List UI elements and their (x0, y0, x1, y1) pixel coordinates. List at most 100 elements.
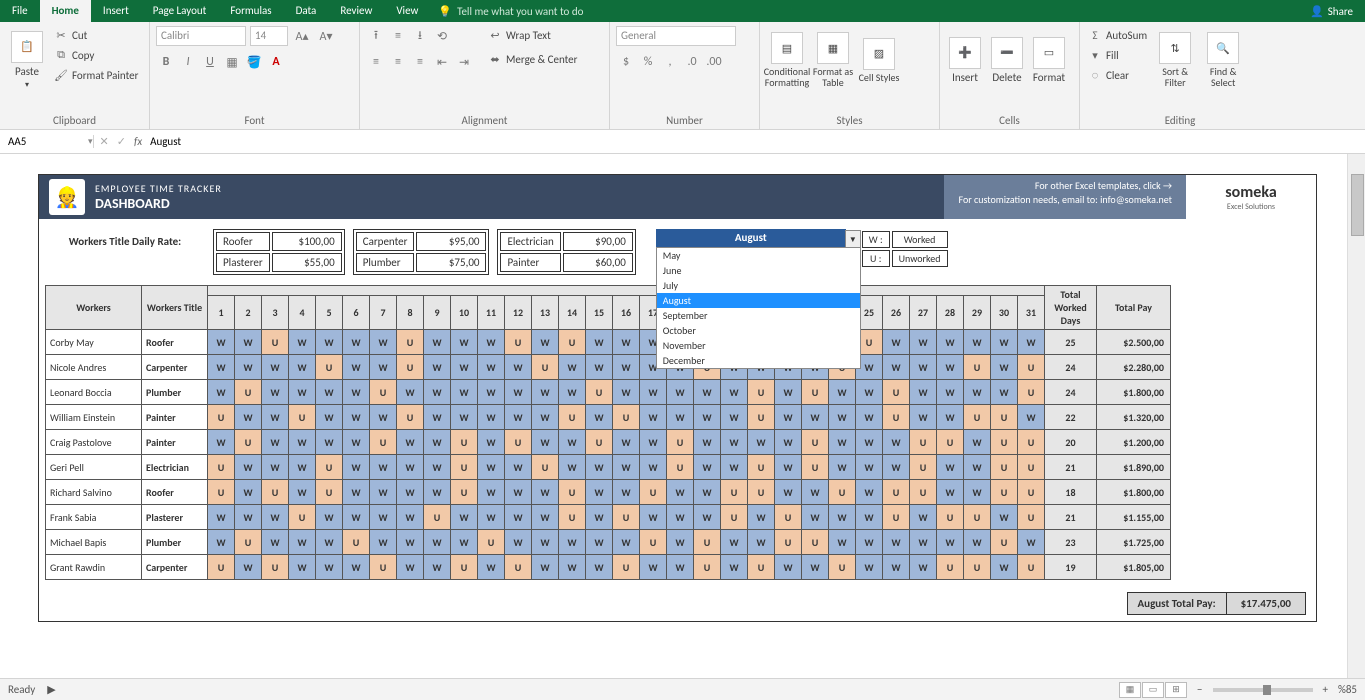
day-cell[interactable]: U (559, 330, 586, 355)
align-left-button[interactable]: ≡ (366, 52, 386, 72)
day-cell[interactable]: W (613, 330, 640, 355)
percent-button[interactable]: % (638, 52, 658, 72)
day-cell[interactable]: U (262, 480, 289, 505)
day-cell[interactable]: W (505, 530, 532, 555)
day-cell[interactable]: U (208, 405, 235, 430)
day-cell[interactable]: U (1018, 480, 1045, 505)
zoom-out-button[interactable]: − (1197, 683, 1202, 696)
day-cell[interactable]: W (505, 380, 532, 405)
merge-center-button[interactable]: ⬌Merge & Center (486, 50, 580, 68)
day-cell[interactable]: W (775, 480, 802, 505)
align-bottom-button[interactable]: ⭳ (410, 26, 430, 46)
day-cell[interactable]: U (397, 355, 424, 380)
day-cell[interactable]: W (424, 330, 451, 355)
day-cell[interactable]: W (262, 405, 289, 430)
day-cell[interactable]: W (856, 505, 883, 530)
share-button[interactable]: 👤Share (1298, 5, 1365, 18)
day-cell[interactable]: W (397, 455, 424, 480)
day-cell[interactable]: W (856, 455, 883, 480)
day-cell[interactable]: U (316, 355, 343, 380)
day-cell[interactable]: W (586, 330, 613, 355)
day-cell[interactable]: U (667, 455, 694, 480)
day-cell[interactable]: W (532, 480, 559, 505)
day-cell[interactable]: W (802, 555, 829, 580)
day-cell[interactable]: U (208, 555, 235, 580)
month-option[interactable]: May (657, 248, 860, 263)
day-cell[interactable]: W (964, 480, 991, 505)
day-cell[interactable]: W (721, 530, 748, 555)
day-cell[interactable]: W (262, 530, 289, 555)
day-cell[interactable]: W (532, 330, 559, 355)
day-cell[interactable]: W (964, 380, 991, 405)
day-cell[interactable]: W (883, 530, 910, 555)
day-cell[interactable]: U (451, 455, 478, 480)
day-cell[interactable]: U (1018, 355, 1045, 380)
day-cell[interactable]: U (289, 505, 316, 530)
day-cell[interactable]: W (478, 505, 505, 530)
day-cell[interactable]: W (640, 405, 667, 430)
page-layout-view-button[interactable]: ▭ (1142, 682, 1164, 698)
day-cell[interactable]: U (748, 555, 775, 580)
day-cell[interactable]: W (802, 505, 829, 530)
day-cell[interactable]: W (424, 530, 451, 555)
day-cell[interactable]: W (586, 355, 613, 380)
macro-icon[interactable]: ▶ (47, 683, 55, 696)
day-cell[interactable]: W (856, 480, 883, 505)
day-cell[interactable]: W (505, 455, 532, 480)
format-table-button[interactable]: ▦Format as Table (812, 26, 854, 94)
day-cell[interactable]: W (289, 330, 316, 355)
day-cell[interactable]: W (505, 505, 532, 530)
tab-view[interactable]: View (384, 0, 430, 22)
day-cell[interactable]: W (910, 530, 937, 555)
day-cell[interactable]: W (667, 555, 694, 580)
day-cell[interactable]: W (289, 355, 316, 380)
day-cell[interactable]: W (721, 455, 748, 480)
day-cell[interactable]: U (991, 455, 1018, 480)
day-cell[interactable]: W (829, 505, 856, 530)
clear-button[interactable]: ◌Clear (1086, 66, 1149, 84)
month-option[interactable]: September (657, 308, 860, 323)
day-cell[interactable]: W (343, 455, 370, 480)
day-cell[interactable]: W (532, 530, 559, 555)
day-cell[interactable]: W (478, 455, 505, 480)
day-cell[interactable]: W (451, 530, 478, 555)
day-cell[interactable]: W (910, 405, 937, 430)
day-cell[interactable]: W (856, 555, 883, 580)
day-cell[interactable]: U (748, 455, 775, 480)
day-cell[interactable]: W (370, 455, 397, 480)
day-cell[interactable]: U (208, 455, 235, 480)
day-cell[interactable]: W (613, 455, 640, 480)
day-cell[interactable]: W (532, 380, 559, 405)
align-middle-button[interactable]: ≡ (388, 26, 408, 46)
day-cell[interactable]: U (370, 380, 397, 405)
day-cell[interactable]: W (262, 430, 289, 455)
day-cell[interactable]: W (451, 405, 478, 430)
day-cell[interactable]: W (721, 405, 748, 430)
day-cell[interactable]: W (640, 430, 667, 455)
day-cell[interactable]: U (262, 330, 289, 355)
day-cell[interactable]: W (775, 380, 802, 405)
day-cell[interactable]: U (532, 355, 559, 380)
day-cell[interactable]: U (991, 530, 1018, 555)
day-cell[interactable]: W (235, 355, 262, 380)
day-cell[interactable]: U (343, 530, 370, 555)
day-cell[interactable]: W (964, 430, 991, 455)
day-cell[interactable]: W (829, 430, 856, 455)
day-cell[interactable]: U (532, 455, 559, 480)
day-cell[interactable]: W (748, 530, 775, 555)
day-cell[interactable]: W (910, 355, 937, 380)
month-option[interactable]: October (657, 323, 860, 338)
number-format-select[interactable]: General (616, 26, 736, 46)
day-cell[interactable]: W (694, 455, 721, 480)
day-cell[interactable]: W (613, 430, 640, 455)
day-cell[interactable]: U (964, 555, 991, 580)
day-cell[interactable]: W (586, 455, 613, 480)
name-box[interactable] (0, 135, 88, 148)
day-cell[interactable]: U (694, 555, 721, 580)
decrease-font-button[interactable]: A▾ (316, 26, 336, 46)
day-cell[interactable]: W (424, 455, 451, 480)
tab-formulas[interactable]: Formulas (218, 0, 283, 22)
day-cell[interactable]: W (586, 405, 613, 430)
day-cell[interactable]: W (964, 330, 991, 355)
day-cell[interactable]: W (478, 330, 505, 355)
